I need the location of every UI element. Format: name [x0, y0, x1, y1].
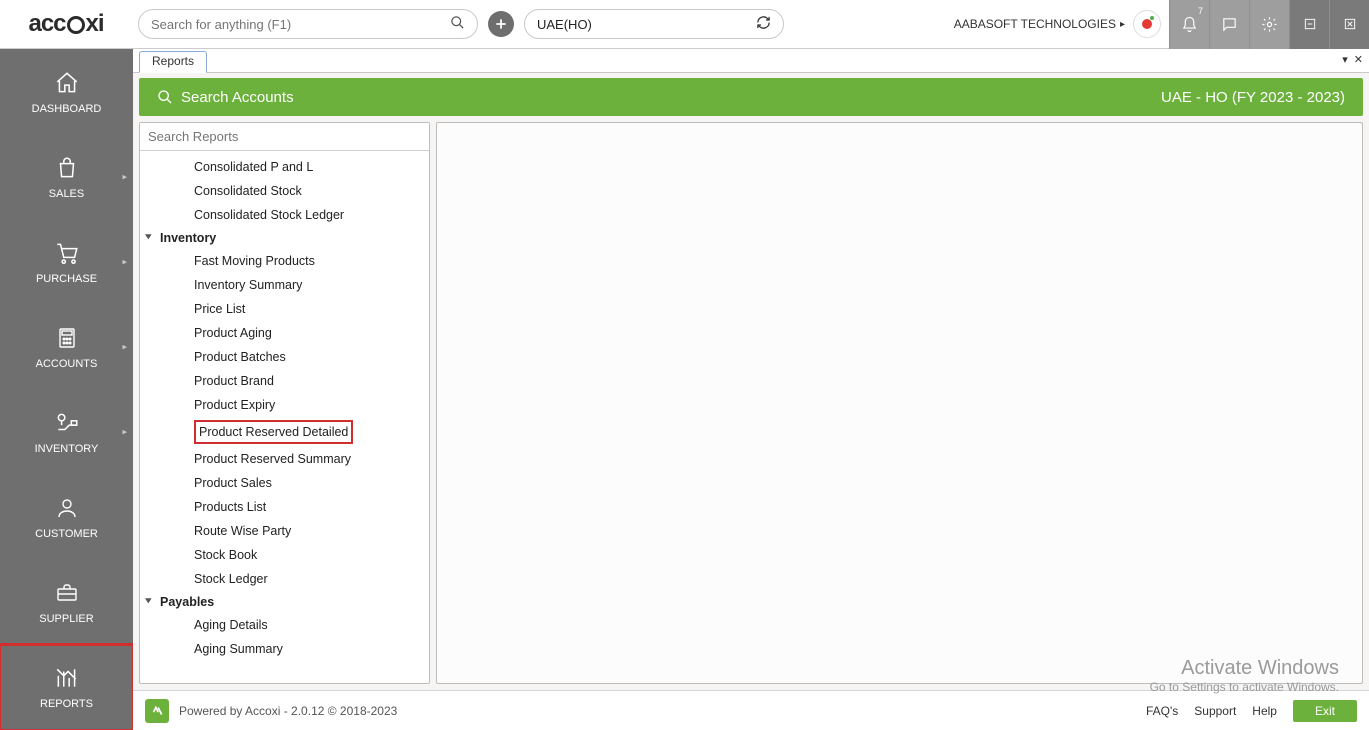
tab-close-icon[interactable]: ✕	[1354, 53, 1363, 66]
nav-label: DASHBOARD	[32, 103, 102, 115]
footer-powered-text: Powered by Accoxi - 2.0.12 © 2018-2023	[179, 704, 397, 718]
tree-section-inventory[interactable]: Inventory	[140, 227, 429, 249]
logo-o-icon	[67, 16, 85, 34]
footer-bar: Powered by Accoxi - 2.0.12 © 2018-2023 F…	[133, 690, 1369, 730]
nav-purchase[interactable]: PURCHASE ▸	[0, 219, 133, 304]
company-name: AABASOFT TECHNOLOGIES	[954, 17, 1116, 31]
close-button[interactable]	[1329, 0, 1369, 49]
nav-supplier[interactable]: SUPPLIER	[0, 560, 133, 645]
report-item[interactable]: Product Aging	[140, 321, 429, 345]
chevron-right-icon: ▸	[122, 427, 127, 438]
report-search-input[interactable]	[140, 123, 429, 150]
report-item[interactable]: Product Reserved Detailed	[140, 417, 429, 447]
main-area: Reports ▾ ✕ Search Accounts UAE - HO (FY…	[133, 49, 1369, 730]
report-item[interactable]: Stock Ledger	[140, 567, 429, 591]
nav-reports[interactable]: REPORTS	[0, 645, 133, 730]
document-tabs: Reports ▾ ✕	[133, 49, 1369, 73]
home-icon	[52, 69, 82, 97]
refresh-icon[interactable]	[756, 15, 771, 33]
exit-button[interactable]: Exit	[1293, 700, 1357, 722]
footer-links: FAQ's Support Help Exit	[1146, 700, 1357, 722]
nav-label: SALES	[49, 188, 84, 200]
nav-label: REPORTS	[40, 698, 93, 710]
red-dot-icon	[1142, 19, 1152, 29]
report-item[interactable]: Products List	[140, 495, 429, 519]
content-row: Consolidated P and LConsolidated StockCo…	[133, 116, 1369, 690]
footer-link-help[interactable]: Help	[1252, 704, 1277, 718]
nav-label: PURCHASE	[36, 273, 97, 285]
chart-icon	[52, 664, 82, 692]
footer-link-support[interactable]: Support	[1194, 704, 1236, 718]
page-title: Search Accounts	[181, 89, 294, 106]
global-search[interactable]	[138, 9, 478, 39]
report-tree[interactable]: Consolidated P and LConsolidated StockCo…	[140, 151, 429, 683]
chevron-right-icon: ▸	[1120, 19, 1125, 30]
app-logo: accxi	[0, 0, 132, 49]
report-item[interactable]: Product Expiry	[140, 393, 429, 417]
briefcase-icon	[52, 579, 82, 607]
global-search-input[interactable]	[151, 17, 450, 32]
bag-icon	[52, 154, 82, 182]
fiscal-context: UAE - HO (FY 2023 - 2023)	[1161, 89, 1345, 106]
tab-menu-icon[interactable]: ▾	[1342, 53, 1348, 66]
report-item[interactable]: Product Sales	[140, 471, 429, 495]
nav-label: ACCOUNTS	[36, 358, 98, 370]
report-search[interactable]	[140, 123, 429, 151]
nav-label: CUSTOMER	[35, 528, 98, 540]
inventory-icon	[52, 409, 82, 437]
search-icon	[157, 89, 173, 105]
report-item[interactable]: Product Brand	[140, 369, 429, 393]
nav-sales[interactable]: SALES ▸	[0, 134, 133, 219]
calculator-icon	[52, 324, 82, 352]
add-button[interactable]	[488, 11, 514, 37]
system-icons: 7	[1169, 0, 1369, 49]
company-selector[interactable]: AABASOFT TECHNOLOGIES ▸	[954, 17, 1125, 31]
report-item[interactable]: Consolidated Stock Ledger	[140, 203, 429, 227]
chevron-right-icon: ▸	[122, 341, 127, 352]
tab-controls: ▾ ✕	[1342, 53, 1363, 66]
left-nav: DASHBOARD SALES ▸ PURCHASE ▸ ACCOUNTS ▸ …	[0, 49, 133, 730]
person-icon	[52, 494, 82, 522]
nav-accounts[interactable]: ACCOUNTS ▸	[0, 304, 133, 389]
nav-label: INVENTORY	[35, 443, 99, 455]
messages-button[interactable]	[1209, 0, 1249, 49]
report-list-panel: Consolidated P and LConsolidated StockCo…	[139, 122, 430, 684]
report-item[interactable]: Consolidated P and L	[140, 155, 429, 179]
notif-badge: 7	[1198, 6, 1203, 16]
report-item[interactable]: Inventory Summary	[140, 273, 429, 297]
report-item[interactable]: Product Batches	[140, 345, 429, 369]
nav-label: SUPPLIER	[39, 613, 93, 625]
report-item[interactable]: Product Reserved Summary	[140, 447, 429, 471]
report-item[interactable]: Fast Moving Products	[140, 249, 429, 273]
settings-button[interactable]	[1249, 0, 1289, 49]
logo-part1: acc	[28, 10, 65, 38]
report-item[interactable]: Aging Details	[140, 613, 429, 637]
nav-inventory[interactable]: INVENTORY ▸	[0, 390, 133, 475]
chevron-right-icon: ▸	[122, 256, 127, 267]
footer-logo-icon	[145, 699, 169, 723]
notifications-button[interactable]: 7	[1169, 0, 1209, 49]
cart-icon	[52, 239, 82, 267]
top-bar: accxi UAE(HO) AABASOFT TECHNOLOGIES ▸ 7	[0, 0, 1369, 49]
footer-link-faqs[interactable]: FAQ's	[1146, 704, 1178, 718]
report-item[interactable]: Consolidated Stock	[140, 179, 429, 203]
minimize-button[interactable]	[1289, 0, 1329, 49]
report-item[interactable]: Aging Summary	[140, 637, 429, 661]
search-icon	[450, 15, 465, 33]
status-indicator[interactable]	[1133, 10, 1161, 38]
report-detail-panel	[436, 122, 1363, 684]
nav-dashboard[interactable]: DASHBOARD	[0, 49, 133, 134]
report-item[interactable]: Price List	[140, 297, 429, 321]
logo-part2: xi	[86, 10, 104, 38]
location-value: UAE(HO)	[537, 17, 592, 32]
nav-customer[interactable]: CUSTOMER	[0, 475, 133, 560]
report-item[interactable]: Stock Book	[140, 543, 429, 567]
tab-reports[interactable]: Reports	[139, 51, 207, 73]
chevron-right-icon: ▸	[122, 171, 127, 182]
report-item[interactable]: Route Wise Party	[140, 519, 429, 543]
page-header-bar: Search Accounts UAE - HO (FY 2023 - 2023…	[139, 78, 1363, 116]
location-selector[interactable]: UAE(HO)	[524, 9, 784, 39]
tree-section-payables[interactable]: Payables	[140, 591, 429, 613]
